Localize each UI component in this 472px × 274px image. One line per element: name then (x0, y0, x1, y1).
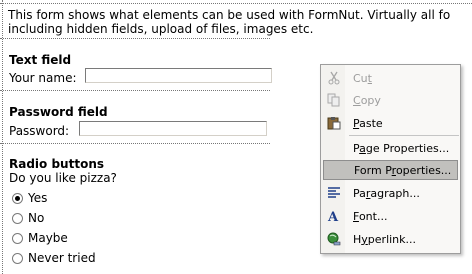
design-grid-line (0, 3, 472, 4)
radio-button[interactable] (12, 232, 23, 244)
radio-option-never-tried[interactable]: Never tried (12, 250, 96, 266)
intro-line-1: This form shows what elements can be use… (8, 8, 451, 22)
radio-label: Yes (28, 191, 48, 205)
radio-buttons-heading: Radio buttons (9, 157, 104, 171)
menu-item-font[interactable]: A Font... (323, 206, 458, 226)
menu-item-cut[interactable]: Cut (323, 68, 458, 88)
section-divider (0, 38, 270, 39)
password-input[interactable] (79, 121, 267, 136)
password-label: Password: (9, 124, 70, 138)
intro-line-2: including hidden fields, upload of files… (8, 22, 314, 36)
menu-item-paragraph[interactable]: Paragraph... (323, 183, 458, 203)
radio-button[interactable] (12, 252, 23, 264)
menu-item-hyperlink[interactable]: Hyperlink... (323, 229, 458, 249)
password-field-heading: Password field (9, 105, 108, 119)
paragraph-icon (323, 183, 345, 203)
radio-label: Never tried (28, 251, 96, 265)
radio-button[interactable] (12, 212, 23, 224)
svg-text:A: A (327, 210, 339, 223)
section-divider (0, 90, 270, 91)
radio-label: No (28, 211, 45, 225)
blank-icon-slot (323, 138, 345, 158)
radio-checked-dot (15, 195, 20, 201)
your-name-input[interactable] (85, 68, 272, 83)
globe-link-icon (323, 229, 345, 249)
radio-option-maybe[interactable]: Maybe (12, 230, 68, 246)
pizza-question: Do you like pizza? (9, 171, 117, 185)
menu-item-form-properties[interactable]: Form Properties... (323, 160, 458, 180)
context-menu: Cut Copy Paste Page Properties... Form P… (320, 64, 461, 254)
radio-option-no[interactable]: No (12, 210, 44, 226)
menu-item-page-properties[interactable]: Page Properties... (323, 138, 458, 158)
menu-item-paste[interactable]: Paste (323, 113, 458, 133)
design-grid-line (2, 0, 3, 274)
radio-label: Maybe (28, 231, 68, 245)
blank-icon-slot (324, 160, 346, 180)
your-name-label: Your name: (9, 71, 77, 85)
clipboard-icon (323, 113, 345, 133)
font-icon: A (323, 206, 345, 226)
copy-icon (323, 90, 345, 110)
text-field-heading: Text field (9, 53, 72, 67)
radio-button[interactable] (12, 192, 23, 204)
scissors-icon (323, 68, 345, 88)
menu-separator (349, 135, 459, 136)
intro-text: This form shows what elements can be use… (8, 8, 472, 36)
section-divider (0, 143, 270, 144)
menu-item-copy[interactable]: Copy (323, 90, 458, 110)
radio-option-yes[interactable]: Yes (12, 190, 47, 206)
